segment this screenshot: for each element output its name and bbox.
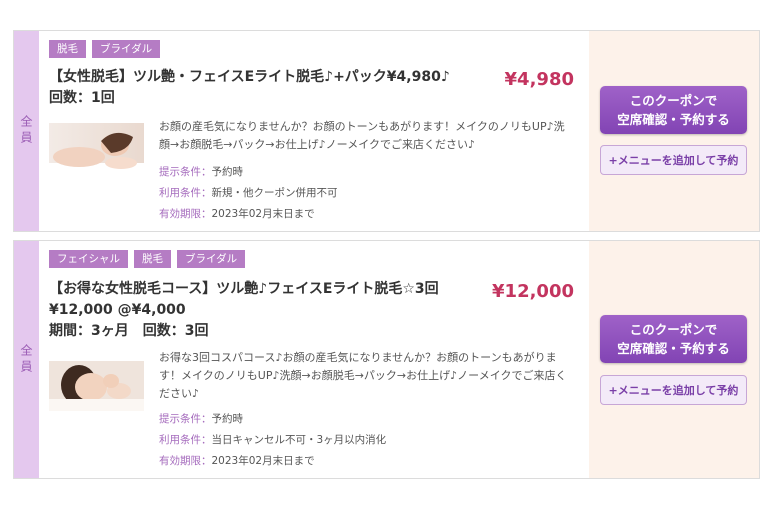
coupon-description: お得な3回コスパコース♪お顔の産毛気になりませんか？お顔のトーンもあがります！メ…	[159, 351, 567, 400]
add-menu-button[interactable]: +メニューを追加して予約	[600, 375, 747, 405]
condition-value: 予約時	[211, 413, 244, 425]
tag: 脱毛	[49, 40, 86, 58]
add-menu-button[interactable]: +メニューを追加して予約	[600, 145, 747, 175]
condition-expiry: 有効期限：2023年02月末日まで	[159, 206, 315, 221]
condition-label: 提示条件：	[159, 166, 212, 178]
book-coupon-button[interactable]: このクーポンで 空席確認・予約する	[600, 86, 747, 134]
book-button-line2: 空席確認・予約する	[617, 341, 730, 356]
condition-value: 新規・他クーポン併用不可	[211, 187, 338, 199]
condition-usage: 利用条件：新規・他クーポン併用不可	[159, 185, 338, 200]
coupon-price: ¥12,000	[492, 281, 574, 302]
tag: フェイシャル	[49, 250, 128, 268]
book-button-line1: このクーポンで	[629, 93, 718, 108]
tag: ブライダル	[92, 40, 161, 58]
condition-label: 利用条件：	[159, 434, 212, 446]
condition-label: 提示条件：	[159, 413, 212, 425]
condition-usage: 利用条件：当日キャンセル不可・3ヶ月以内消化	[159, 432, 386, 447]
coupon-price: ¥4,980	[504, 69, 574, 90]
condition-presentation: 提示条件：予約時	[159, 164, 243, 179]
coupon-period: 期間：3ヶ月 回数：3回	[49, 323, 209, 339]
book-button-line2: 空席確認・予約する	[617, 112, 730, 127]
condition-label: 有効期限：	[159, 455, 212, 467]
coupon-count: 回数：1回	[49, 90, 115, 106]
tag-list: フェイシャル 脱毛 ブライダル	[49, 250, 246, 268]
coupon-image	[49, 361, 144, 411]
coupon-card: 全員 脱毛 ブライダル 【女性脱毛】ツル艶・フェイスEライト脱毛♪+パック¥4,…	[13, 30, 760, 232]
coupon-unit-price: ¥12,000 @¥4,000	[49, 302, 186, 318]
book-button-line1: このクーポンで	[629, 322, 718, 337]
condition-value: 当日キャンセル不可・3ヶ月以内消化	[211, 434, 387, 446]
action-panel: このクーポンで 空席確認・予約する +メニューを追加して予約	[589, 241, 759, 478]
condition-value: 予約時	[211, 166, 244, 178]
condition-label: 有効期限：	[159, 208, 212, 220]
action-panel: このクーポンで 空席確認・予約する +メニューを追加して予約	[589, 31, 759, 231]
coupon-image	[49, 123, 144, 181]
condition-expiry: 有効期限：2023年02月末日まで	[159, 453, 315, 468]
tag-list: 脱毛 ブライダル	[49, 40, 161, 58]
coupon-title: 【女性脱毛】ツル艶・フェイスEライト脱毛♪+パック¥4,980♪	[49, 69, 450, 85]
book-coupon-button[interactable]: このクーポンで 空席確認・予約する	[600, 315, 747, 363]
tag: ブライダル	[177, 250, 246, 268]
coupon-card: 全員 フェイシャル 脱毛 ブライダル 【お得な女性脱毛コース】ツル艶♪フェイスE…	[13, 240, 760, 479]
coupon-description: お顔の産毛気になりませんか？お顔のトーンもあがります！メイクのノリもUP♪洗顔→…	[159, 120, 565, 151]
condition-value: 2023年02月末日まで	[211, 208, 315, 220]
tag: 脱毛	[134, 250, 171, 268]
coupon-title: 【お得な女性脱毛コース】ツル艶♪フェイスEライト脱毛☆3回	[49, 281, 439, 297]
condition-label: 利用条件：	[159, 187, 212, 199]
condition-presentation: 提示条件：予約時	[159, 411, 243, 426]
condition-value: 2023年02月末日まで	[211, 455, 315, 467]
target-label: 全員	[14, 31, 39, 231]
target-label: 全員	[14, 241, 39, 478]
